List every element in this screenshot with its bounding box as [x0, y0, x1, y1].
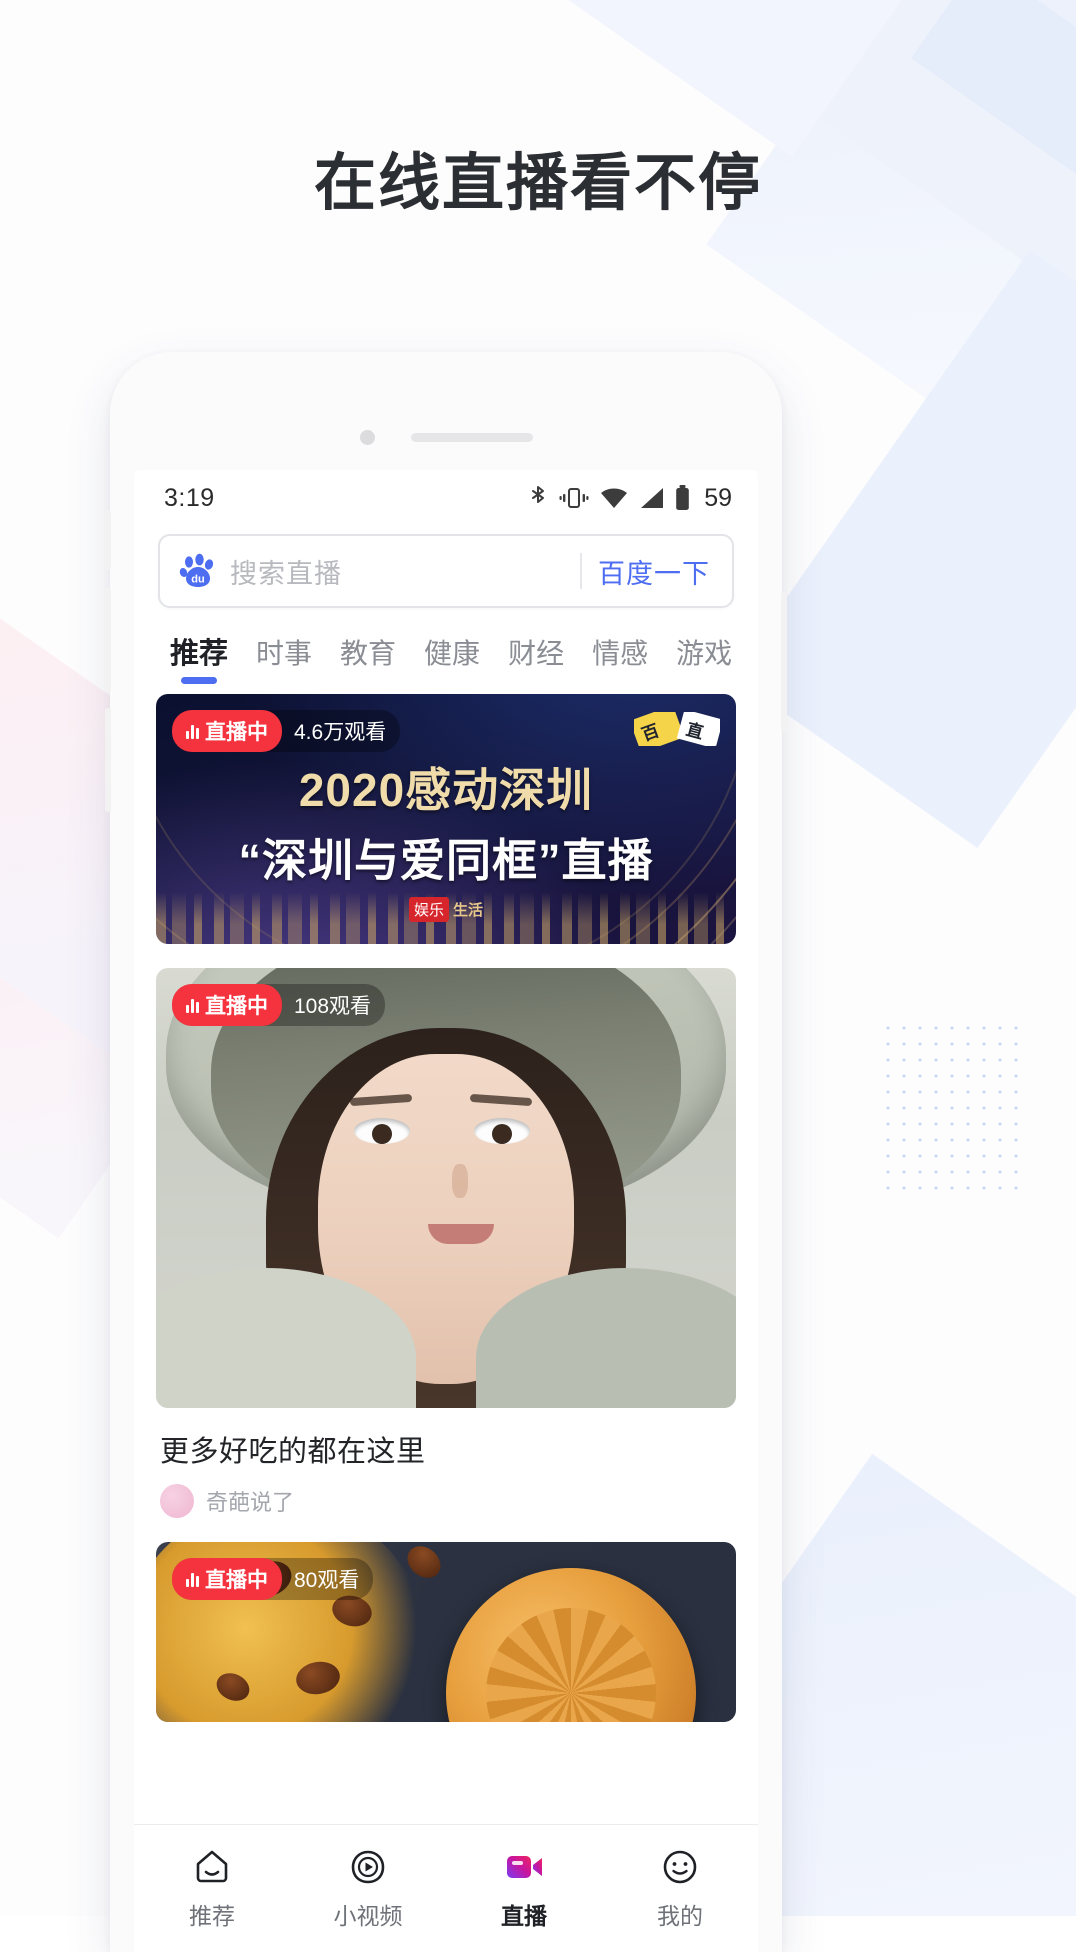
- nav-label: 我的: [657, 1902, 703, 1929]
- nav-item-zhibo[interactable]: 直播: [446, 1847, 602, 1931]
- dot-grid-decoration: [880, 1020, 1030, 1200]
- live-portrait-thumbnail[interactable]: 直播中 108观看: [156, 968, 736, 1408]
- live-bars-icon: [186, 1571, 199, 1587]
- nav-label: 推荐: [189, 1902, 235, 1929]
- portrait-eye-right: [474, 1118, 530, 1144]
- banner-line-2: “深圳与爱同框”直播: [238, 835, 654, 886]
- vibrate-icon: [559, 485, 589, 511]
- home-icon: [192, 1847, 232, 1887]
- banner-sub-gold: 生活: [453, 902, 484, 919]
- search-section: du 搜索直播 百度一下: [134, 526, 758, 608]
- search-divider: [580, 553, 582, 589]
- portrait-nose: [452, 1164, 468, 1198]
- tab-qinggan[interactable]: 情感: [578, 632, 662, 688]
- tab-jiankang[interactable]: 健康: [410, 632, 494, 688]
- tab-shishi[interactable]: 时事: [242, 632, 326, 688]
- live-label: 直播中: [205, 721, 268, 744]
- earpiece-speaker: [410, 433, 533, 442]
- bluetooth-icon: [528, 484, 548, 512]
- tab-tuijian[interactable]: 推荐: [156, 630, 242, 688]
- nav-label: 直播: [501, 1902, 547, 1929]
- search-bar[interactable]: du 搜索直播 百度一下: [158, 534, 734, 608]
- phone-screen: 3:19 59 du 搜索直播 百度一下 推荐 时事 教育 健康 财经 情感 游…: [134, 470, 758, 1952]
- phone-button-left-2: [105, 588, 111, 692]
- banner-sub-badge: 娱乐 生活: [408, 897, 484, 922]
- live-bars-icon: [186, 723, 199, 739]
- smiley-face-icon: [660, 1847, 700, 1887]
- phone-button-right-1: [781, 592, 787, 732]
- battery-percent: 59: [704, 483, 732, 512]
- phone-mockup: 3:19 59 du 搜索直播 百度一下 推荐 时事 教育 健康 财经 情感 游…: [105, 352, 787, 1952]
- svg-text:du: du: [191, 574, 204, 586]
- phone-notch: [110, 430, 782, 445]
- banner-line-1: 2020感动深圳: [298, 764, 594, 816]
- view-count: 80观看: [294, 1569, 360, 1592]
- live-food-thumbnail[interactable]: 直播中 80观看: [156, 1542, 736, 1722]
- battery-icon: [675, 485, 690, 511]
- baidu-live-corner-badge: 百度 直播: [634, 712, 720, 746]
- play-circle-icon: [348, 1847, 388, 1887]
- list-item[interactable]: 2020感动深圳 “深圳与爱同框”直播 娱乐 生活 百度 直播 直播中 4.6万…: [156, 694, 736, 944]
- live-status-badge: 直播中 4.6万观看: [172, 710, 401, 752]
- live-feed-list: 2020感动深圳 “深圳与爱同框”直播 娱乐 生活 百度 直播 直播中 4.6万…: [134, 688, 758, 1722]
- signal-icon: [639, 486, 664, 510]
- status-badge: 直播中: [172, 710, 282, 752]
- search-submit-button[interactable]: 百度一下: [598, 552, 726, 591]
- tab-caijing[interactable]: 财经: [494, 632, 578, 688]
- baidu-paw-logo-icon: du: [178, 551, 218, 591]
- avatar: [160, 1484, 194, 1518]
- front-camera-icon: [359, 430, 375, 445]
- phone-button-left-3: [105, 708, 111, 812]
- card-title[interactable]: 更多好吃的都在这里: [156, 1408, 736, 1470]
- bottom-navigation-bar: 推荐 小视频 直播 我的: [134, 1824, 758, 1952]
- video-camera-icon: [503, 1847, 545, 1887]
- card-author-row[interactable]: 奇葩说了: [156, 1470, 736, 1518]
- live-label: 直播中: [205, 995, 268, 1018]
- food-mooncake-pattern: [486, 1608, 656, 1722]
- tab-jiaoyu[interactable]: 教育: [326, 632, 410, 688]
- portrait-mouth: [428, 1224, 494, 1244]
- nav-label: 小视频: [333, 1902, 403, 1929]
- portrait-eye-left: [354, 1118, 410, 1144]
- search-input[interactable]: 搜索直播: [230, 552, 574, 591]
- nav-item-tuijian[interactable]: 推荐: [134, 1847, 290, 1931]
- corner-badge-right: 直播: [676, 712, 720, 746]
- list-item[interactable]: 直播中 80观看: [156, 1542, 736, 1722]
- status-icons: 59: [528, 484, 732, 513]
- food-mooncake: [446, 1568, 696, 1722]
- live-status-badge: 直播中 80观看: [172, 1558, 374, 1600]
- author-name: 奇葩说了: [206, 1490, 295, 1515]
- live-status-badge: 直播中 108观看: [172, 984, 386, 1026]
- view-count: 108观看: [294, 995, 372, 1018]
- live-label: 直播中: [205, 1569, 268, 1592]
- phone-button-left-1: [105, 510, 111, 570]
- banner-title-block: 2020感动深圳 “深圳与爱同框”直播 娱乐 生活: [156, 754, 736, 922]
- banner-sub-red: 娱乐: [408, 897, 449, 922]
- corner-badge-left: 百度: [634, 712, 685, 746]
- status-bar: 3:19 59: [134, 470, 758, 526]
- live-banner-thumbnail[interactable]: 2020感动深圳 “深圳与爱同框”直播 娱乐 生活 百度 直播 直播中 4.6万…: [156, 694, 736, 944]
- category-tabs: 推荐 时事 教育 健康 财经 情感 游戏: [134, 608, 758, 688]
- page-headline: 在线直播看不停: [313, 149, 762, 218]
- tab-youxi[interactable]: 游戏: [662, 632, 746, 688]
- status-badge: 直播中: [172, 984, 282, 1026]
- nav-item-xiaoshipin[interactable]: 小视频: [290, 1847, 446, 1931]
- status-badge: 直播中: [172, 1558, 282, 1600]
- list-item[interactable]: 直播中 108观看 更多好吃的都在这里 奇葩说了: [156, 968, 736, 1518]
- status-time: 3:19: [164, 483, 215, 512]
- wifi-icon: [600, 486, 628, 510]
- live-bars-icon: [186, 997, 199, 1013]
- nav-item-wode[interactable]: 我的: [602, 1847, 758, 1931]
- view-count: 4.6万观看: [294, 721, 387, 744]
